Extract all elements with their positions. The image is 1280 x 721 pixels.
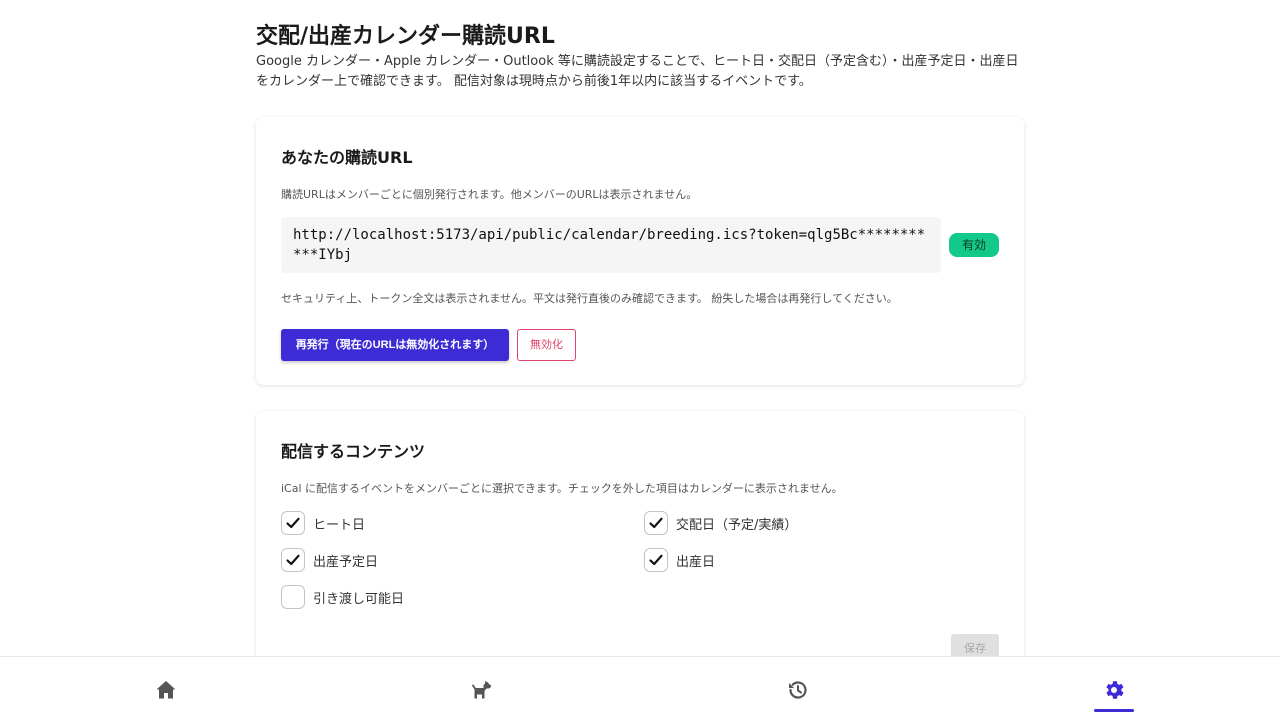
disable-button[interactable]: 無効化 — [517, 329, 576, 361]
gear-icon — [1106, 681, 1124, 699]
checkbox-label: 交配日（予定/実績） — [676, 518, 798, 533]
reissue-button[interactable]: 再発行（現在のURLは無効化されます） — [281, 329, 509, 361]
checkbox-heat-day[interactable]: ヒート日 — [281, 511, 581, 537]
page-title: 交配/出産カレンダー購読URL — [256, 24, 555, 49]
content-settings-note: iCal に配信するイベントをメンバーごとに選択できます。チェックを外した項目は… — [281, 482, 843, 495]
checkbox[interactable] — [281, 548, 305, 572]
checkbox-handover-day[interactable]: 引き渡し可能日 — [281, 585, 581, 611]
dog-icon — [472, 681, 491, 699]
checkbox[interactable] — [281, 585, 305, 609]
checkbox-label: 引き渡し可能日 — [313, 592, 405, 607]
bottom-navigation — [0, 656, 1280, 720]
nav-settings[interactable] — [1084, 657, 1144, 721]
checkmark-icon — [649, 517, 663, 529]
checkbox-mating-day[interactable]: 交配日（予定/実績） — [644, 511, 944, 537]
content-settings-card: 配信するコンテンツ iCal に配信するイベントをメンバーごとに選択できます。チ… — [256, 411, 1024, 656]
history-icon — [789, 681, 807, 699]
save-button[interactable]: 保存 — [951, 634, 999, 656]
checkbox-label: 出産日 — [676, 555, 716, 570]
home-icon — [156, 681, 176, 699]
active-tab-indicator — [1094, 709, 1134, 712]
subscription-url-note: 購読URLはメンバーごとに個別発行されます。他メンバーのURLは表示されません。 — [281, 188, 698, 201]
status-badge: 有効 — [949, 233, 999, 257]
page-description: Google カレンダー・Apple カレンダー・Outlook 等に購読設定す… — [256, 54, 1019, 89]
checkmark-icon — [286, 517, 300, 529]
nav-dogs[interactable] — [452, 657, 512, 721]
subscription-url-card: あなたの購読URL 購読URLはメンバーごとに個別発行されます。他メンバーのUR… — [256, 117, 1024, 385]
settings-page: 交配/出産カレンダー購読URL Google カレンダー・Apple カレンダー… — [0, 0, 1280, 656]
security-note: セキュリティ上、トークン全文は表示されません。平文は発行直後のみ確認できます。 … — [281, 292, 898, 305]
checkbox[interactable] — [644, 548, 668, 572]
nav-history[interactable] — [768, 657, 828, 721]
checkbox-due-date[interactable]: 出産予定日 — [281, 548, 581, 574]
checkbox[interactable] — [281, 511, 305, 535]
subscription-url-title: あなたの購読URL — [281, 148, 413, 167]
subscription-url-field[interactable]: http://localhost:5173/api/public/calenda… — [281, 217, 941, 273]
checkbox[interactable] — [644, 511, 668, 535]
nav-home[interactable] — [136, 657, 196, 721]
checkbox-label: 出産予定日 — [313, 555, 379, 570]
checkmark-icon — [286, 554, 300, 566]
checkmark-icon — [649, 554, 663, 566]
checkbox-birth-day[interactable]: 出産日 — [644, 548, 944, 574]
checkbox-label: ヒート日 — [313, 518, 366, 533]
content-settings-title: 配信するコンテンツ — [281, 442, 426, 461]
